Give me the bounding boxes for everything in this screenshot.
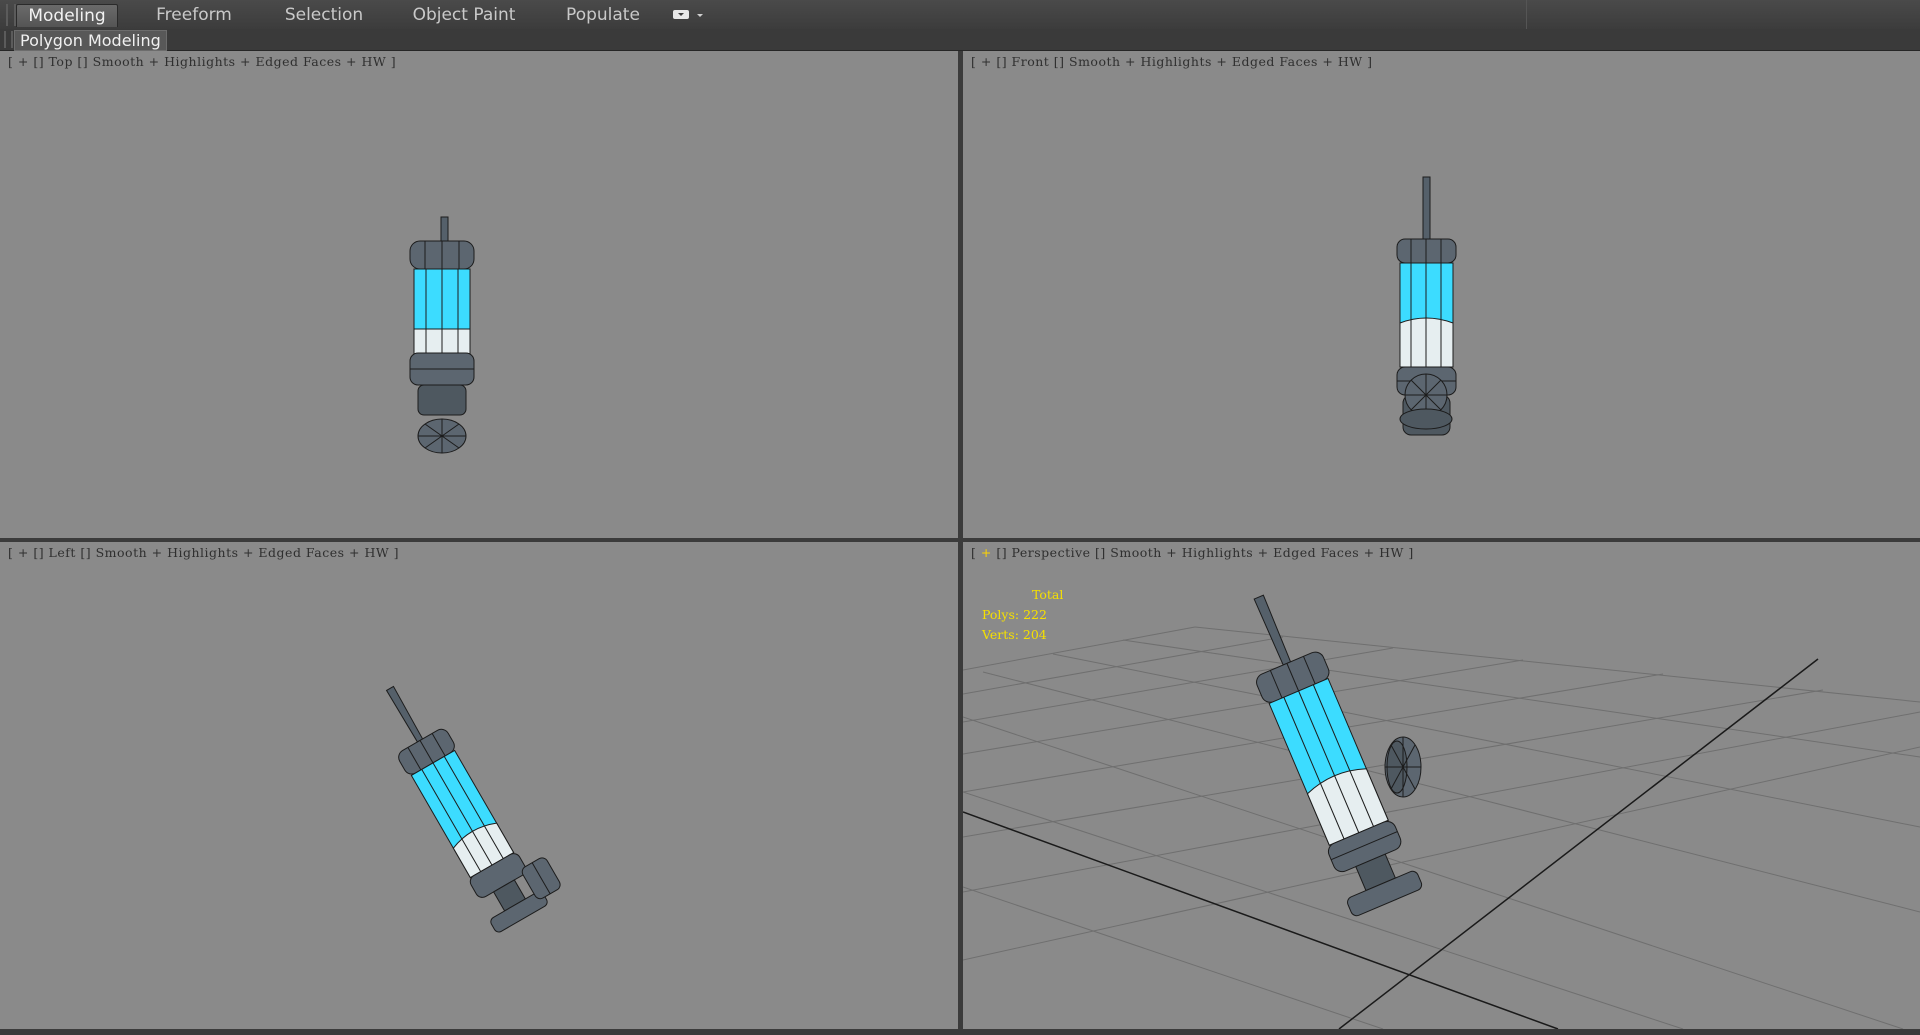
viewport-top[interactable]: [ + [] Top [] Smooth + Highlights + Edge… [0,51,958,538]
stats-verts: Verts: 204 [982,627,1047,642]
viewport-menu-button[interactable]: [ [971,54,981,69]
viewport-view-name[interactable]: Left [49,545,76,560]
viewport-shading-menu[interactable]: Smooth + Highlights + Edged Faces + HW [93,54,387,69]
ribbon-tab-bar: Modeling Freeform Selection Object Paint… [0,0,1920,30]
tab-object-paint[interactable]: Object Paint [404,4,524,26]
viewport-label-front: [ + [] Front [] Smooth + Highlights + Ed… [971,54,1373,69]
syringe-model-top [409,216,475,454]
viewport-plus-menu[interactable]: + [18,545,29,560]
plunger-knob [1384,736,1422,798]
tab-freeform[interactable]: Freeform [144,4,244,26]
viewport-menu-button[interactable]: [ [8,54,18,69]
viewport-view-name[interactable]: Perspective [1012,545,1091,560]
viewport-shading-menu[interactable]: Smooth + Highlights + Edged Faces + HW [1069,54,1363,69]
panel-toggle-icon[interactable] [672,7,706,23]
home-grid [963,626,1920,1029]
viewport-menu-button[interactable]: [ [971,545,981,560]
viewport-left[interactable]: [ + [] Left [] Smooth + Highlights + Edg… [0,542,958,1029]
stats-polys: Polys: 222 [982,607,1047,622]
bottom-edge [0,1029,1920,1035]
viewport-view-name[interactable]: Top [49,54,73,69]
viewport-perspective[interactable]: [ + [] Perspective [] Smooth + Highlight… [963,542,1920,1029]
viewport-menu-button[interactable]: [ [8,545,18,560]
viewport-label-perspective: [ + [] Perspective [] Smooth + Highlight… [971,545,1414,560]
viewport-front[interactable]: [ + [] Front [] Smooth + Highlights + Ed… [963,51,1920,538]
viewport-label-top: [ + [] Top [] Smooth + Highlights + Edge… [8,54,397,69]
viewport-plus-menu[interactable]: + [981,54,992,69]
viewport-statistics: Total Polys: 222 Verts: 204 [982,585,1063,645]
tab-populate[interactable]: Populate [553,4,653,26]
stats-header: Total [1032,587,1064,602]
viewport-plus-menu[interactable]: + [18,54,29,69]
syringe-model-front [1396,176,1457,436]
ribbon-panel-bar: Polygon Modeling [0,29,1920,51]
viewport-plus-menu[interactable]: + [981,545,992,560]
viewport-label-left: [ + [] Left [] Smooth + Highlights + Edg… [8,545,400,560]
syringe-model-left [385,685,561,933]
viewport-view-name[interactable]: Front [1012,54,1050,69]
ribbon-grip[interactable] [6,4,16,26]
polygon-modeling-panel[interactable]: Polygon Modeling [14,30,167,51]
viewport-shading-menu[interactable]: Smooth + Highlights + Edged Faces + HW [96,545,390,560]
viewport-shading-menu[interactable]: Smooth + Highlights + Edged Faces + HW [1110,545,1404,560]
tab-modeling[interactable]: Modeling [16,4,118,27]
tab-selection[interactable]: Selection [274,4,374,26]
panel-grip[interactable] [4,31,13,48]
perspective-scene [963,594,1920,1029]
